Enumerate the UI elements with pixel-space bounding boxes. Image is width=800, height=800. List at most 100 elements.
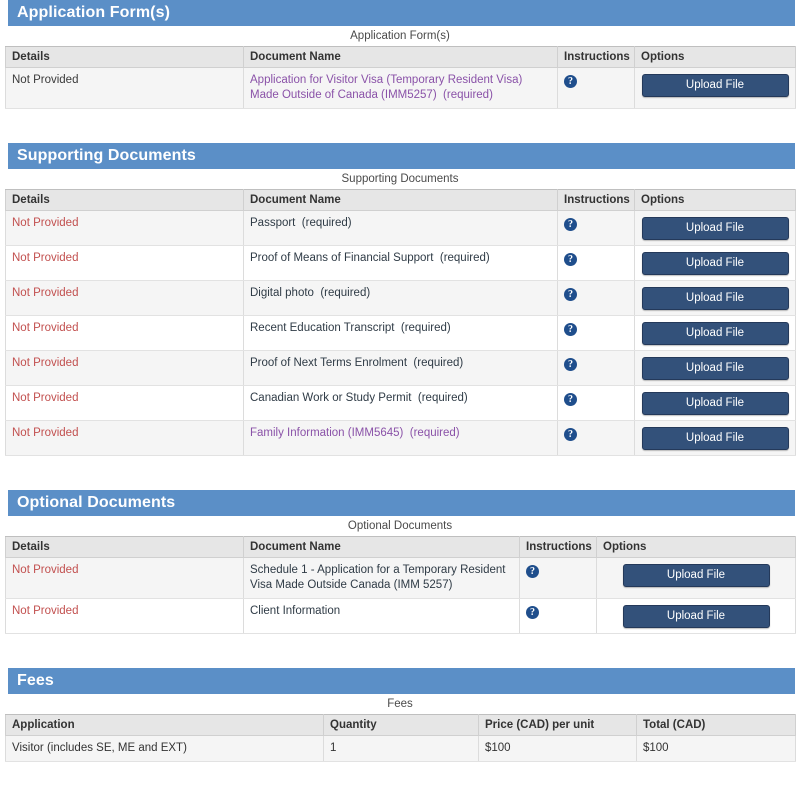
help-icon[interactable]: ? xyxy=(564,428,577,441)
cell-document-name: Proof of Means of Financial Support (req… xyxy=(243,245,558,281)
section-title: Optional Documents xyxy=(17,494,176,511)
cell-options: Upload File xyxy=(634,67,796,109)
table-row: Visitor (includes SE, ME and EXT) 1 $100 $1… xyxy=(5,735,796,762)
upload-file-button[interactable]: Upload File xyxy=(641,427,789,450)
details-status: Not Provided xyxy=(12,392,79,404)
cell-instructions: ? xyxy=(557,385,635,421)
cell-options: Upload File xyxy=(634,350,796,386)
cell-instructions: ? xyxy=(557,245,635,281)
cell-details: Not Provided xyxy=(5,210,244,246)
cell-instructions: ? xyxy=(519,598,597,634)
cell-instructions: ? xyxy=(557,420,635,456)
cell-options: Upload File xyxy=(596,557,796,599)
help-icon[interactable]: ? xyxy=(526,565,539,578)
column-header-price-cad-per-unit: Price (CAD) per unit xyxy=(478,714,637,736)
section-header-fees: Fees xyxy=(5,668,795,694)
upload-file-button[interactable]: Upload File xyxy=(641,74,789,97)
section-header-application-forms: Application Form(s) xyxy=(5,0,795,26)
column-header-application: Application xyxy=(5,714,324,736)
cell-document-name: Recent Education Transcript (required) xyxy=(243,315,558,351)
upload-file-button[interactable]: Upload File xyxy=(622,564,770,587)
help-icon[interactable]: ? xyxy=(526,606,539,619)
cell-details: Not Provided xyxy=(5,315,244,351)
column-header-instructions: Instructions xyxy=(557,189,635,211)
cell-details: Not Provided xyxy=(5,350,244,386)
details-status: Not Provided xyxy=(12,357,79,369)
details-status: Not Provided xyxy=(12,287,79,299)
table-row: Not Provided Proof of Means of Financial … xyxy=(5,245,796,281)
table-row: Not Provided Passport (required)? Upload F… xyxy=(5,210,796,246)
column-header-instructions: Instructions xyxy=(519,536,597,558)
column-header-document-name: Document Name xyxy=(243,189,558,211)
cell-options: Upload File xyxy=(634,210,796,246)
section-title: Fees xyxy=(17,672,54,689)
column-header-document-name: Document Name xyxy=(243,536,520,558)
cell-document-name: Schedule 1 - Application for a Temporary… xyxy=(243,557,520,599)
cell-details: Not Provided xyxy=(5,67,244,109)
cell-instructions: ? xyxy=(557,67,635,109)
section-title: Supporting Documents xyxy=(17,147,196,164)
help-icon[interactable]: ? xyxy=(564,323,577,336)
details-status: Not Provided xyxy=(12,322,79,334)
table-row: Not Provided Family Information (IMM5645)… xyxy=(5,420,796,456)
cell-options: Upload File xyxy=(634,245,796,281)
details-status: Not Provided xyxy=(12,427,79,439)
upload-file-button[interactable]: Upload File xyxy=(641,252,789,275)
sections-container: Application Form(s) Application Form(s) De… xyxy=(5,0,796,762)
cell-options: Upload File xyxy=(634,315,796,351)
document-name-text: Passport xyxy=(250,217,296,229)
help-icon[interactable]: ? xyxy=(564,218,577,231)
column-header-options: Options xyxy=(596,536,796,558)
table-row: Not Provided Schedule 1 - Application for… xyxy=(5,557,796,599)
help-icon[interactable]: ? xyxy=(564,358,577,371)
help-icon[interactable]: ? xyxy=(564,75,577,88)
required-label: (required) xyxy=(409,427,460,439)
section-fees: Fees Fees Application Quantity Price (CAD) p… xyxy=(5,668,796,762)
document-name-text: Client Information xyxy=(250,605,341,617)
column-header-options: Options xyxy=(634,46,796,68)
column-header-options: Options xyxy=(634,189,796,211)
section-application-forms: Application Form(s) Application Form(s) De… xyxy=(5,0,796,109)
document-name-link[interactable]: Family Information (IMM5645) xyxy=(250,427,403,439)
cell-options: Upload File xyxy=(634,280,796,316)
column-header-instructions: Instructions xyxy=(557,46,635,68)
cell-options: Upload File xyxy=(596,598,796,634)
cell-details: Not Provided xyxy=(5,385,244,421)
table-row: Not Provided Client Information? Upload Fi… xyxy=(5,598,796,634)
cell-details: Not Provided xyxy=(5,280,244,316)
details-status: Not Provided xyxy=(12,252,79,264)
upload-file-button[interactable]: Upload File xyxy=(622,605,770,628)
cell-details: Not Provided xyxy=(5,245,244,281)
cell-document-name: Canadian Work or Study Permit (required) xyxy=(243,385,558,421)
cell-instructions: ? xyxy=(557,280,635,316)
required-label: (required) xyxy=(413,357,464,369)
document-name-text: Recent Education Transcript xyxy=(250,322,395,334)
upload-file-button[interactable]: Upload File xyxy=(641,392,789,415)
document-name-text: Schedule 1 - Application for a Temporary… xyxy=(250,564,506,591)
column-header-document-name: Document Name xyxy=(243,46,558,68)
cell-total: $100 xyxy=(636,735,796,762)
table-row: Not Provided Canadian Work or Study Permi… xyxy=(5,385,796,421)
table-row: Not Provided Application for Visitor Visa… xyxy=(5,67,796,109)
required-label: (required) xyxy=(301,217,352,229)
cell-application: Visitor (includes SE, ME and EXT) xyxy=(5,735,324,762)
upload-file-button[interactable]: Upload File xyxy=(641,217,789,240)
document-name-text: Proof of Next Terms Enrolment xyxy=(250,357,408,369)
upload-file-button[interactable]: Upload File xyxy=(641,287,789,310)
document-checklist-page: Application Form(s) Application Form(s) De… xyxy=(0,0,800,762)
help-icon[interactable]: ? xyxy=(564,393,577,406)
help-icon[interactable]: ? xyxy=(564,288,577,301)
cell-instructions: ? xyxy=(557,350,635,386)
section-header-optional-documents: Optional Documents xyxy=(5,490,795,516)
cell-quantity: 1 xyxy=(323,735,479,762)
upload-file-button[interactable]: Upload File xyxy=(641,322,789,345)
column-header-details: Details xyxy=(5,46,244,68)
table-header-row: Details Document Name Instructions Options xyxy=(5,536,796,558)
column-header-quantity: Quantity xyxy=(323,714,479,736)
cell-document-name: Family Information (IMM5645) (required) xyxy=(243,420,558,456)
help-icon[interactable]: ? xyxy=(564,253,577,266)
required-label: (required) xyxy=(417,392,468,404)
upload-file-button[interactable]: Upload File xyxy=(641,357,789,380)
cell-options: Upload File xyxy=(634,420,796,456)
